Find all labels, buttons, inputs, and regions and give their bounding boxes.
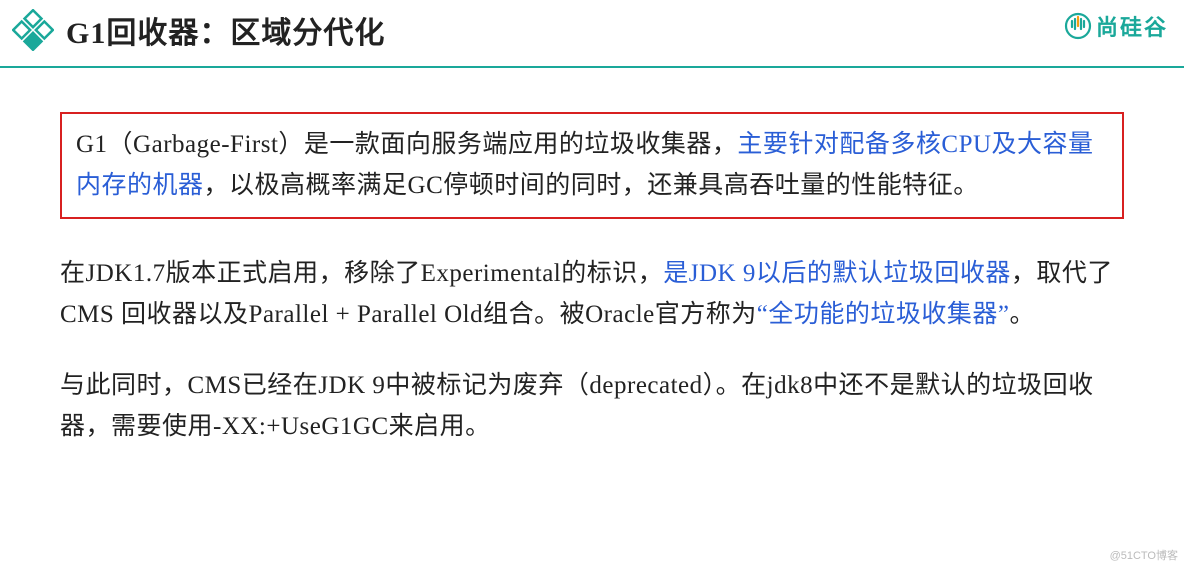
brand-logo: 尚硅谷	[1064, 10, 1168, 42]
diamond-icon	[12, 9, 54, 51]
paragraph-3: 与此同时，CMS已经在JDK 9中被标记为废弃（deprecated）。在jdk…	[60, 365, 1124, 448]
p2-highlight-2: “全功能的垃圾收集器”	[757, 301, 1010, 328]
p3-text: 与此同时，CMS已经在JDK 9中被标记为废弃（deprecated）。在jdk…	[60, 372, 1094, 440]
brand-icon	[1064, 12, 1092, 40]
slide-content: G1（Garbage-First）是一款面向服务端应用的垃圾收集器，主要针对配备…	[0, 68, 1184, 448]
paragraph-1: G1（Garbage-First）是一款面向服务端应用的垃圾收集器，主要针对配备…	[60, 112, 1124, 219]
brand-text: 尚硅谷	[1096, 10, 1168, 42]
watermark: @51CTO博客	[1110, 547, 1178, 563]
p1-text-end: ，以极高概率满足GC停顿时间的同时，还兼具高吞吐量的性能特征。	[204, 172, 979, 199]
slide-header: G1回收器：区域分代化 尚硅谷	[0, 0, 1184, 68]
p1-text: G1（Garbage-First）是一款面向服务端应用的垃圾收集器，	[76, 131, 737, 158]
slide-title: G1回收器：区域分代化	[66, 8, 385, 52]
p2-highlight-1: 是JDK 9以后的默认垃圾回收器	[663, 260, 1011, 287]
p2-text-end: 。	[1009, 301, 1035, 328]
paragraph-2: 在JDK1.7版本正式启用，移除了Experimental的标识，是JDK 9以…	[60, 253, 1124, 336]
p2-text: 在JDK1.7版本正式启用，移除了Experimental的标识，	[60, 260, 663, 287]
